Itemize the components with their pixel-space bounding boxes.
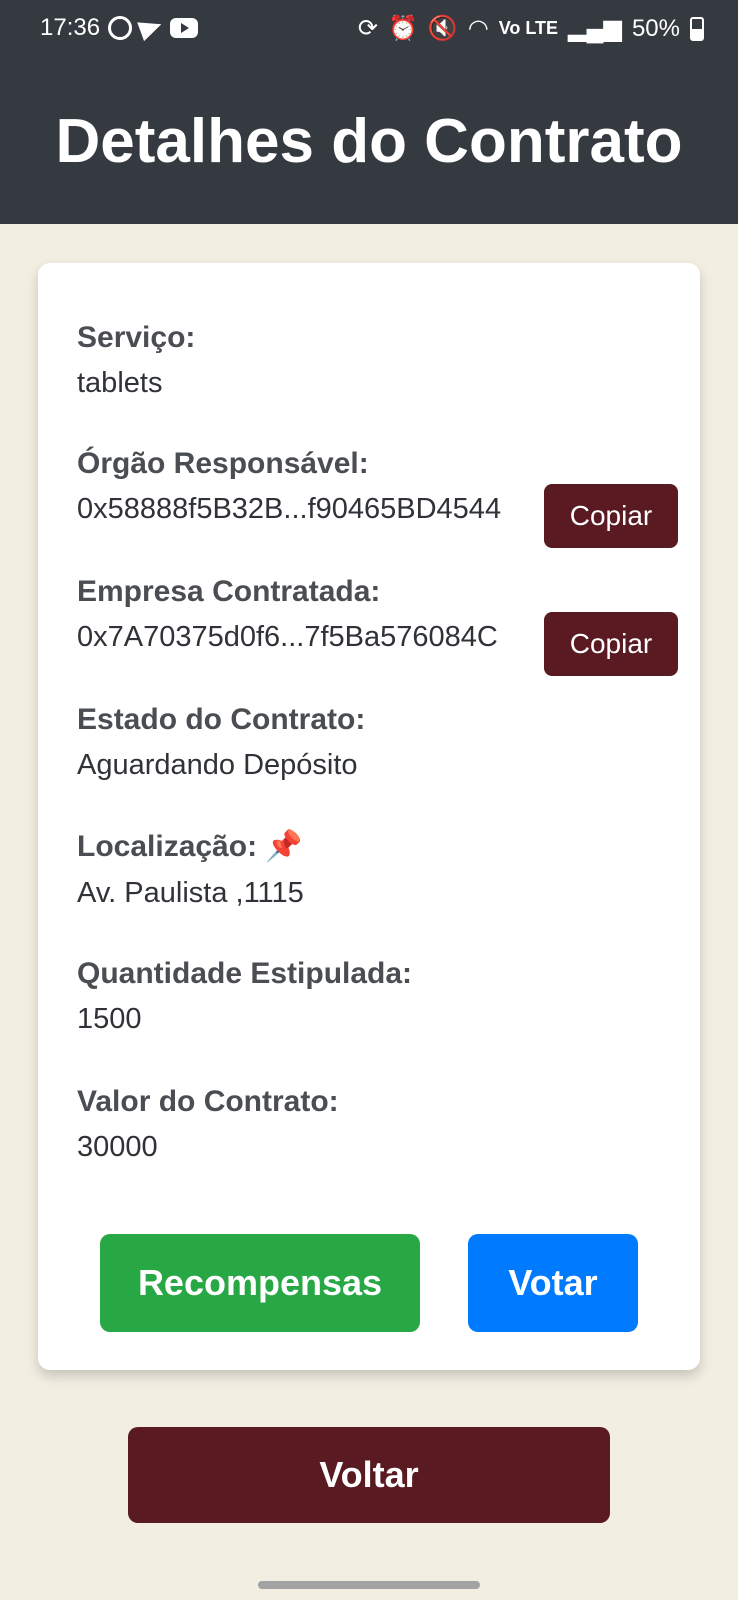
state-value: Aguardando Depósito: [77, 749, 358, 781]
status-right: ⟳ ⏰ 🔇 ◠ Vo LTE ▂▄▆ 50%: [358, 14, 704, 43]
youtube-icon: [170, 18, 199, 38]
pushpin-icon: 📌: [265, 830, 303, 863]
rewards-button[interactable]: Recompensas: [100, 1234, 420, 1332]
contract-value-label: Valor do Contrato:: [77, 1085, 339, 1118]
copy-organ-button[interactable]: Copiar: [544, 484, 678, 548]
battery-icon: [690, 16, 704, 41]
telegram-icon: [137, 14, 165, 42]
copy-company-button[interactable]: Copiar: [544, 612, 678, 676]
wifi-icon: ◠: [467, 15, 489, 42]
contract-details-card: Serviço: tablets Órgão Responsável: 0x58…: [38, 263, 700, 1370]
mute-icon: 🔇: [427, 15, 458, 42]
vote-button[interactable]: Votar: [468, 1234, 638, 1332]
battery-text: 50%: [631, 14, 680, 42]
location-label-row: Localização: 📌: [77, 829, 303, 864]
company-label: Empresa Contratada:: [77, 575, 381, 608]
whatsapp-icon: [108, 16, 133, 40]
organ-address: 0x58888f5B32B...f90465BD4544: [77, 493, 502, 525]
clock: 17:36: [40, 14, 101, 41]
service-label: Serviço:: [77, 321, 196, 354]
volte-icon: Vo LTE: [498, 18, 559, 38]
signal-icon: ▂▄▆: [568, 15, 622, 42]
status-bar: 17:36 ⟳ ⏰ 🔇 ◠ Vo LTE ▂▄▆ 50%: [0, 0, 738, 56]
back-button[interactable]: Voltar: [128, 1427, 610, 1523]
app-header: 17:36 ⟳ ⏰ 🔇 ◠ Vo LTE ▂▄▆ 50% Detalhes do…: [0, 0, 738, 224]
page-title: Detalhes do Contrato: [55, 107, 683, 176]
navigation-handle[interactable]: [258, 1581, 480, 1589]
location-value: Av. Paulista ,1115: [77, 877, 304, 909]
organ-label: Órgão Responsável:: [77, 447, 369, 480]
quantity-label: Quantidade Estipulada:: [77, 957, 413, 990]
company-address: 0x7A70375d0f6...7f5Ba576084C: [77, 621, 498, 653]
state-label: Estado do Contrato:: [77, 703, 366, 736]
alarm-icon: ⏰: [387, 15, 418, 42]
sync-icon: ⟳: [357, 15, 378, 42]
status-left: 17:36: [40, 14, 199, 42]
contract-value: 30000: [77, 1131, 158, 1163]
location-label: Localização:: [77, 830, 258, 863]
service-value: tablets: [77, 367, 163, 399]
quantity-value: 1500: [77, 1003, 142, 1035]
